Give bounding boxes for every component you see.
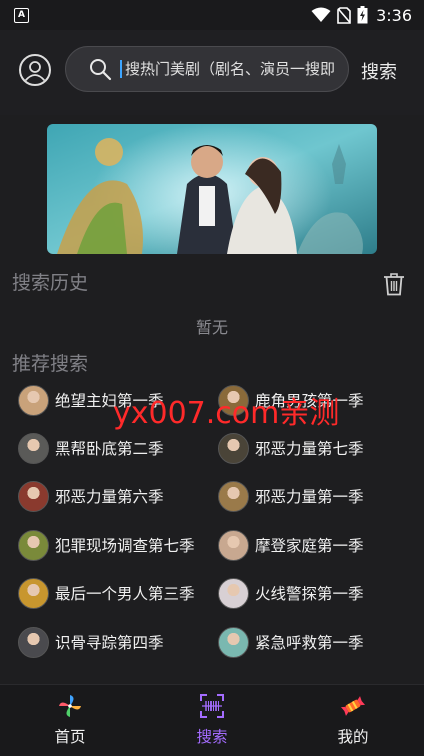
recommend-item-label: 邪恶力量第一季: [255, 488, 364, 506]
show-thumbnail: [18, 384, 49, 416]
watermark-text: yx007.com亲测: [113, 396, 340, 431]
status-bar: A 3:36: [0, 0, 424, 30]
bottom-nav: 首页 搜索 我的: [0, 684, 424, 756]
recommend-item-label: 火线警探第一季: [255, 585, 364, 603]
candy-icon: [340, 696, 366, 716]
show-thumbnail: [218, 626, 249, 658]
recommend-item[interactable]: 邪恶力量第一季: [218, 480, 364, 512]
nav-search[interactable]: 搜索: [167, 685, 257, 756]
status-time: 3:36: [376, 5, 412, 25]
recommend-item-label: 紧急呼救第一季: [255, 634, 364, 652]
user-avatar-button[interactable]: [19, 54, 51, 86]
search-button[interactable]: 搜索: [361, 58, 397, 84]
show-thumbnail: [218, 480, 249, 512]
no-sim-icon: [337, 6, 351, 24]
show-thumbnail: [218, 529, 249, 561]
recommend-item-label: 摩登家庭第一季: [255, 537, 364, 555]
pinwheel-icon: [59, 695, 81, 717]
recommend-item[interactable]: 火线警探第一季: [218, 577, 364, 609]
wifi-icon: [311, 7, 331, 22]
user-icon: [24, 61, 46, 82]
recommend-item[interactable]: 黑帮卧底第二季: [18, 432, 164, 464]
battery-charging-icon: [357, 6, 368, 24]
recommend-item-label: 最后一个男人第三季: [55, 585, 195, 603]
recommend-item[interactable]: 邪恶力量第七季: [218, 432, 364, 464]
recommend-item[interactable]: 紧急呼救第一季: [218, 626, 364, 658]
trash-icon[interactable]: [383, 272, 405, 296]
app-notification-icon: A: [14, 7, 29, 23]
nav-search-label: 搜索: [196, 728, 228, 746]
show-thumbnail: [18, 626, 49, 658]
recommend-item-label: 识骨寻踪第四季: [55, 634, 164, 652]
recommend-item-label: 犯罪现场调查第七季: [55, 537, 195, 555]
show-thumbnail: [18, 529, 49, 561]
recommend-item-label: 邪恶力量第六季: [55, 488, 164, 506]
recommend-item[interactable]: 摩登家庭第一季: [218, 529, 364, 561]
nav-home[interactable]: 首页: [25, 685, 115, 756]
recommend-item[interactable]: 邪恶力量第六季: [18, 480, 164, 512]
show-thumbnail: [218, 577, 249, 609]
recommend-item[interactable]: 犯罪现场调查第七季: [18, 529, 195, 561]
recommend-title: 推荐搜索: [12, 353, 89, 375]
search-input[interactable]: [122, 60, 348, 78]
history-title: 搜索历史: [12, 272, 89, 294]
recommend-item[interactable]: 识骨寻踪第四季: [18, 626, 164, 658]
show-thumbnail: [218, 432, 249, 464]
recommend-item-label: 黑帮卧底第二季: [55, 440, 164, 458]
recommend-item-label: 邪恶力量第七季: [255, 440, 364, 458]
search-box[interactable]: [65, 46, 349, 92]
banner-image: [47, 124, 377, 254]
nav-home-label: 首页: [54, 728, 86, 746]
show-thumbnail: [18, 480, 49, 512]
history-empty-text: 暂无: [195, 318, 228, 337]
show-thumbnail: [18, 577, 49, 609]
search-icon: [90, 59, 112, 81]
barcode-scan-icon: [200, 694, 224, 718]
nav-profile-label: 我的: [337, 728, 369, 746]
recommend-item[interactable]: 最后一个男人第三季: [18, 577, 195, 609]
nav-profile[interactable]: 我的: [308, 685, 398, 756]
show-thumbnail: [18, 432, 49, 464]
featured-banner[interactable]: [47, 124, 377, 254]
search-header: 搜索: [0, 30, 424, 115]
